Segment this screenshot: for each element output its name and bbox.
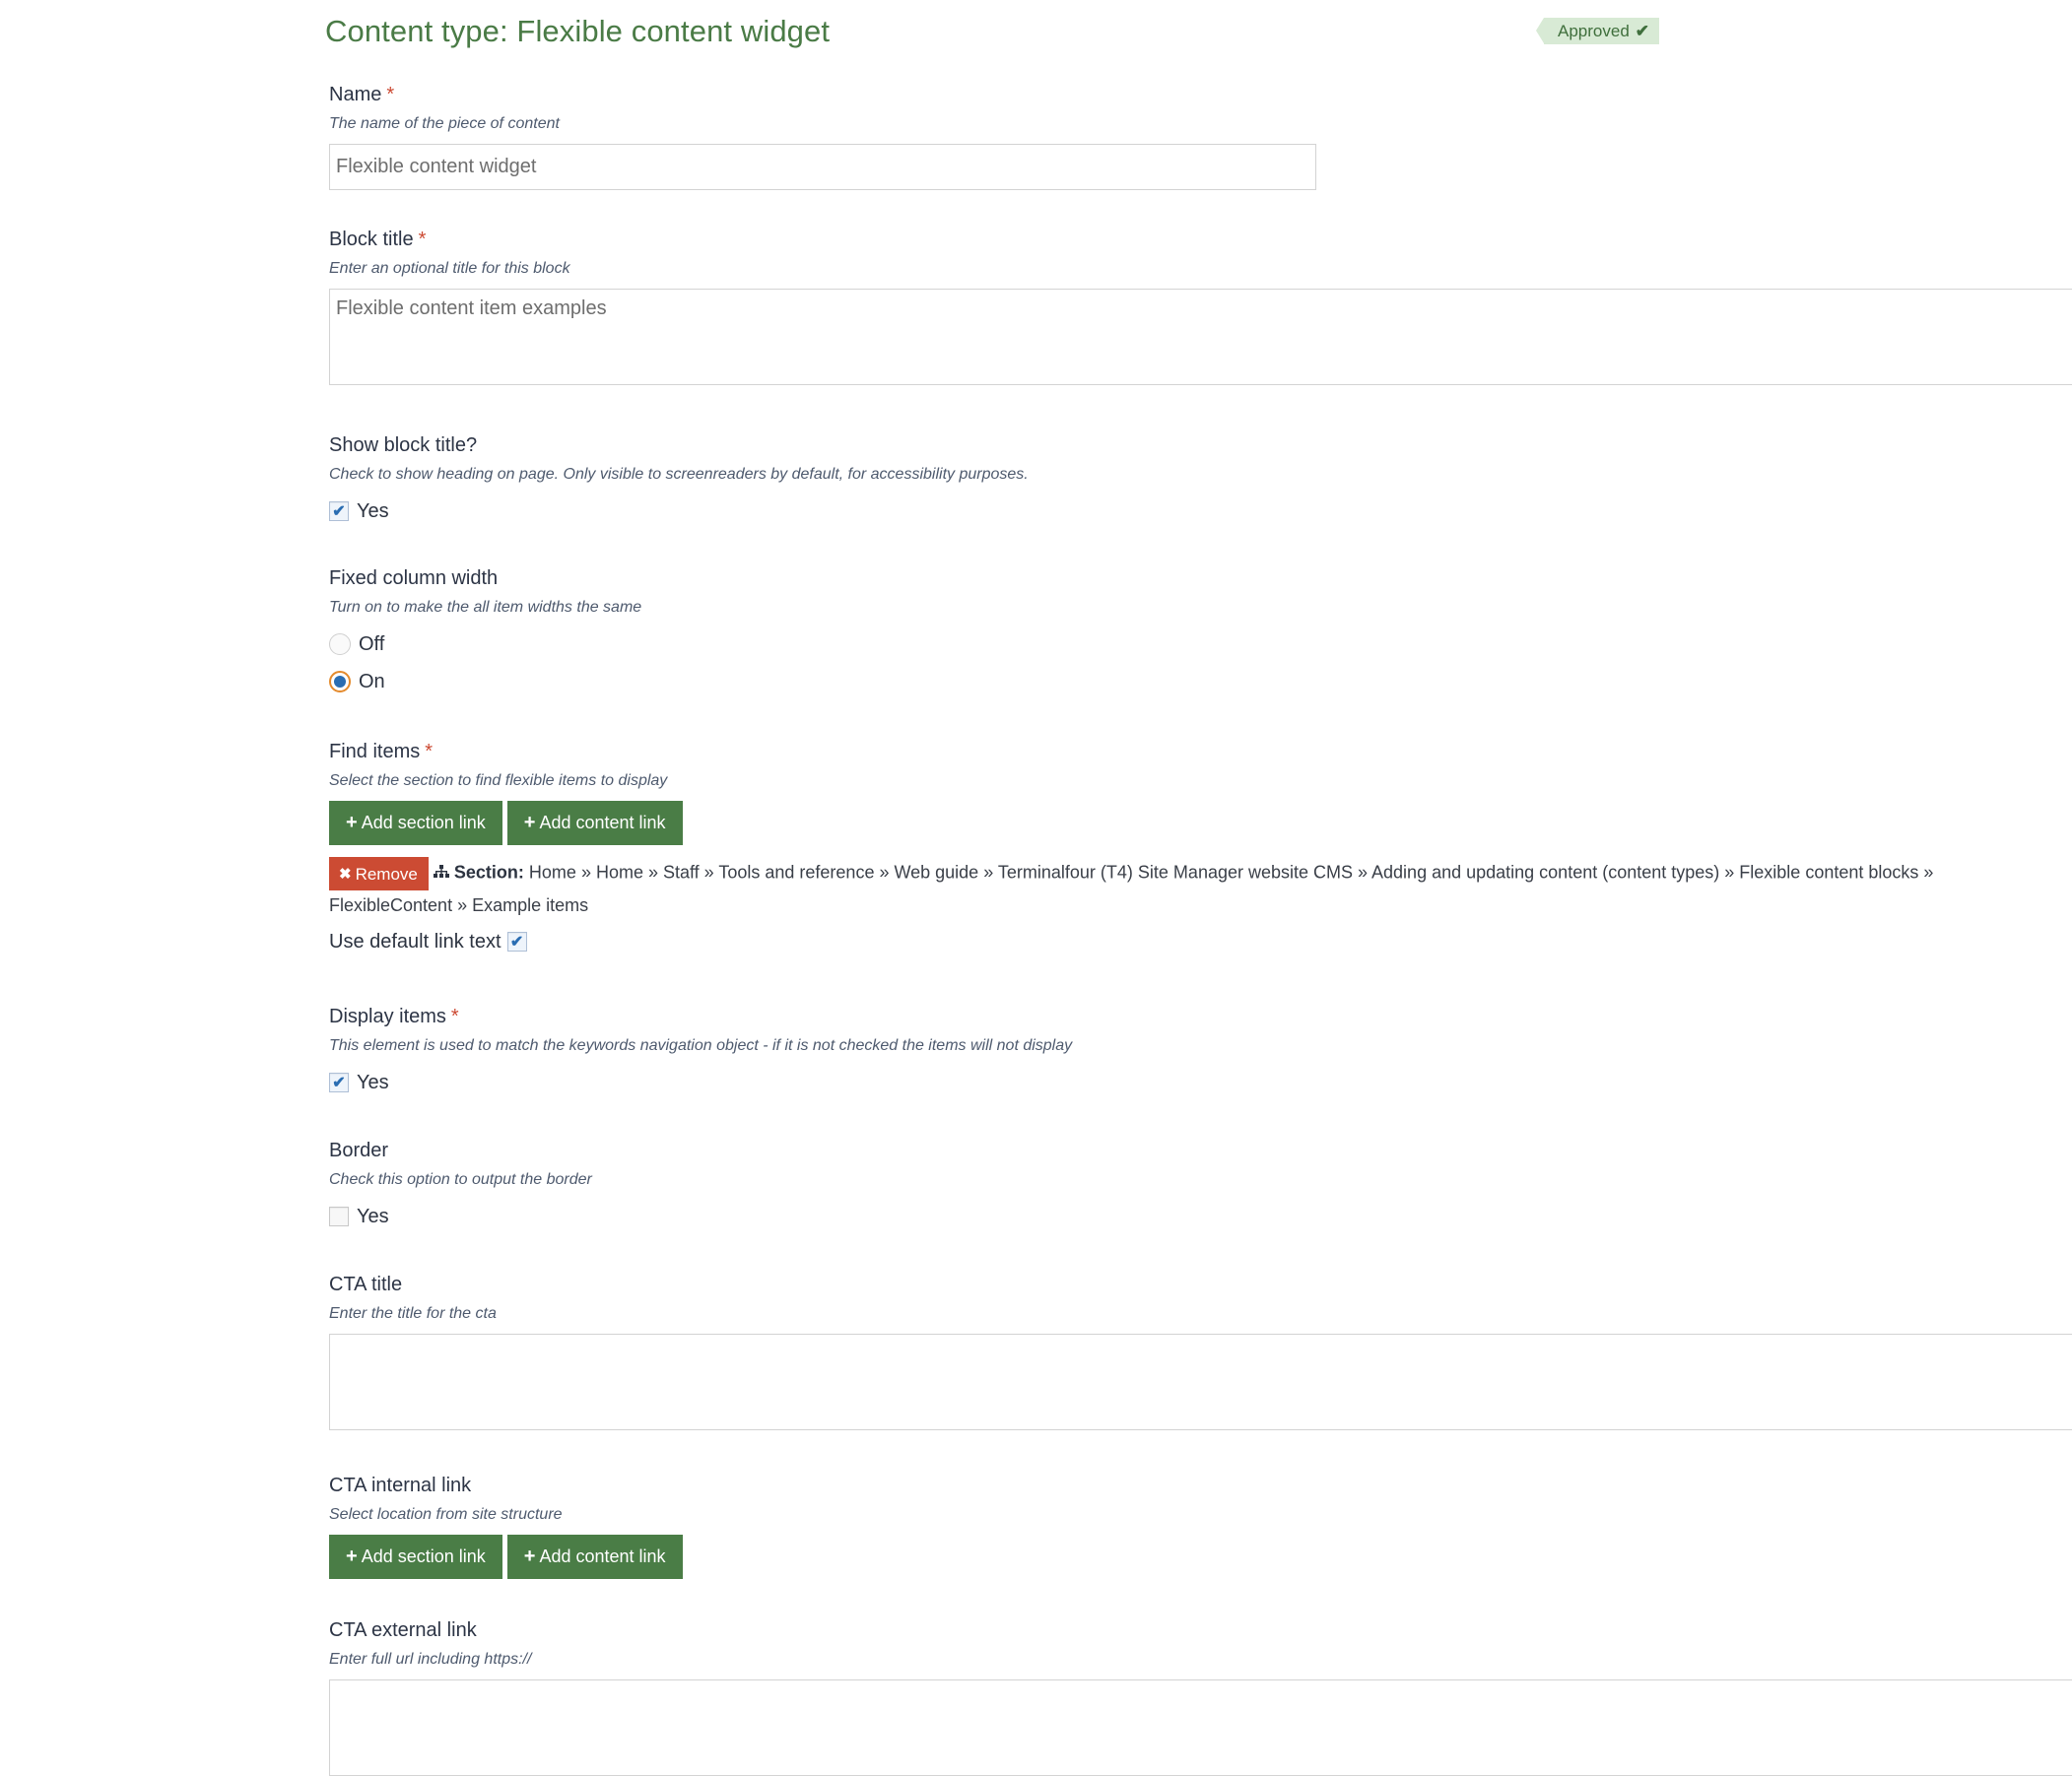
check-icon: ✔ xyxy=(1635,21,1650,40)
option-label: Use default link text xyxy=(329,930,501,953)
field-label: Block title * xyxy=(329,228,2072,251)
show-block-title-option[interactable]: ✔ Yes xyxy=(329,498,1029,524)
field-show-block-title: Show block title? Check to show heading … xyxy=(329,433,1029,524)
plus-icon: + xyxy=(346,1546,358,1567)
sitemap-icon xyxy=(433,858,449,888)
required-marker: * xyxy=(386,84,395,105)
option-label: Yes xyxy=(357,499,389,522)
add-section-link-button[interactable]: + Add section link xyxy=(329,801,502,845)
remove-button[interactable]: ✖ Remove xyxy=(329,857,429,890)
field-help: Enter an optional title for this block xyxy=(329,260,570,277)
option-label: Yes xyxy=(357,1071,389,1093)
field-label: Name * xyxy=(329,83,1316,106)
close-icon: ✖ xyxy=(339,865,352,883)
display-items-checkbox[interactable]: ✔ xyxy=(329,1073,349,1092)
field-help: Check to show heading on page. Only visi… xyxy=(329,466,1029,483)
label-text: Find items xyxy=(329,741,421,762)
button-label: Remove xyxy=(355,864,418,884)
required-marker: * xyxy=(425,741,434,762)
display-items-option[interactable]: ✔ Yes xyxy=(329,1070,1072,1095)
plus-icon: + xyxy=(523,1546,536,1567)
button-label: Add section link xyxy=(361,813,486,832)
use-default-link-text-checkbox[interactable]: ✔ xyxy=(506,932,527,952)
add-content-link-button[interactable]: + Add content link xyxy=(506,801,683,845)
name-input[interactable] xyxy=(329,144,1316,190)
cta-internal-link-buttons: + Add section link + Add content link xyxy=(329,1535,683,1579)
field-label: Display items * xyxy=(329,1005,1072,1028)
block-title-textarea[interactable]: Flexible content item examples xyxy=(329,289,2072,385)
field-help: This element is used to match the keywor… xyxy=(329,1037,1073,1054)
field-label: Show block title? xyxy=(329,434,478,456)
field-label: CTA external link xyxy=(329,1619,477,1641)
button-label: Add content link xyxy=(539,1546,666,1566)
field-find-items: Find items * Select the section to find f… xyxy=(329,740,2043,954)
plus-icon: + xyxy=(346,812,358,833)
field-display-items: Display items * This element is used to m… xyxy=(329,1005,1072,1095)
field-help: Enter full url including https:// xyxy=(329,1651,532,1668)
label-text: Display items xyxy=(329,1006,446,1027)
field-cta-title: CTA title Enter the title for the cta xyxy=(329,1273,2072,1430)
border-checkbox[interactable] xyxy=(329,1207,349,1226)
field-fixed-column-width: Fixed column width Turn on to make the a… xyxy=(329,566,641,694)
button-label: Add content link xyxy=(539,813,666,832)
field-label: Fixed column width xyxy=(329,567,499,589)
option-label: On xyxy=(359,670,385,692)
field-help: Check this option to output the border xyxy=(329,1171,592,1188)
status-badge: Approved ✔ xyxy=(1535,18,1660,44)
field-help: Enter the title for the cta xyxy=(329,1305,497,1322)
field-help: The name of the piece of content xyxy=(329,115,560,132)
required-marker: * xyxy=(418,229,427,250)
required-marker: * xyxy=(450,1006,459,1027)
status-label: Approved xyxy=(1558,21,1630,40)
field-help: Select the section to find flexible item… xyxy=(329,772,668,789)
section-path: Home » Home » Staff » Tools and referenc… xyxy=(329,862,1934,916)
cta-external-link-input[interactable] xyxy=(329,1679,2072,1776)
border-option[interactable]: Yes xyxy=(329,1204,592,1229)
field-name: Name * The name of the piece of content xyxy=(329,83,1316,190)
field-cta-external-link: CTA external link Enter full url includi… xyxy=(329,1618,2072,1776)
section-prefix: Section: xyxy=(453,862,524,883)
field-help: Select location from site structure xyxy=(329,1506,563,1523)
label-text: Name xyxy=(329,84,382,105)
field-label: Border xyxy=(329,1140,389,1161)
find-items-buttons: + Add section link + Add content link xyxy=(329,801,2043,845)
option-label: Off xyxy=(359,632,385,655)
field-label: Find items * xyxy=(329,740,2043,763)
field-help: Turn on to make the all item widths the … xyxy=(329,599,642,616)
plus-icon: + xyxy=(523,812,536,833)
show-block-title-checkbox[interactable]: ✔ xyxy=(329,501,349,521)
label-text: Block title xyxy=(329,229,414,250)
add-content-link-button[interactable]: + Add content link xyxy=(506,1535,683,1579)
page-title: Content type: Flexible content widget xyxy=(325,14,831,48)
radio-on[interactable] xyxy=(329,671,351,692)
selected-section: ✖ Remove Section: Home » Home » Staff » … xyxy=(329,857,2043,921)
radio-option-off[interactable]: Off xyxy=(329,631,641,657)
option-label: Yes xyxy=(357,1205,389,1227)
use-default-link-text[interactable]: Use default link text ✔ xyxy=(329,929,2043,954)
add-section-link-button[interactable]: + Add section link xyxy=(329,1535,502,1579)
field-cta-internal-link: CTA internal link Select location from s… xyxy=(329,1474,683,1579)
field-label: CTA internal link xyxy=(329,1475,472,1496)
field-border: Border Check this option to output the b… xyxy=(329,1139,592,1229)
radio-option-on[interactable]: On xyxy=(329,669,641,694)
cta-title-textarea[interactable] xyxy=(329,1334,2072,1430)
radio-off[interactable] xyxy=(329,633,351,655)
button-label: Add section link xyxy=(361,1546,486,1566)
field-block-title: Block title * Enter an optional title for… xyxy=(329,228,2072,385)
field-label: CTA title xyxy=(329,1274,403,1295)
